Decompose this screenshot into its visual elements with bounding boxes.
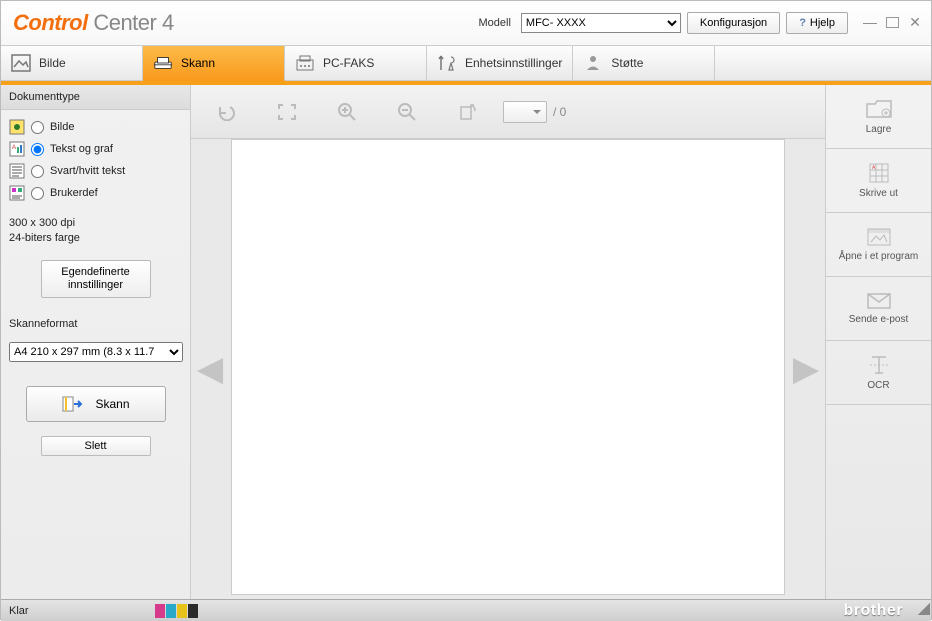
ocr-action[interactable]: OCR <box>826 341 931 405</box>
bw-text-icon <box>9 163 25 179</box>
maximize-button[interactable] <box>886 17 899 28</box>
tab-pcfax[interactable]: PC-FAKS <box>285 46 427 81</box>
logo-part2: Center <box>88 10 157 35</box>
status-bar: Klar brother ◢ <box>1 599 931 621</box>
titlebar-right: Modell MFC- XXXX Konfigurasjon ? Hjelp —… <box>479 12 924 34</box>
tab-scan[interactable]: Skann <box>143 46 285 81</box>
zoom-in-button[interactable] <box>319 92 375 132</box>
dpi-value: 300 x 300 dpi <box>9 216 182 231</box>
scan-button[interactable]: Skann <box>26 386 166 422</box>
preview-area: ◀ ▶ <box>191 139 825 599</box>
ocr-icon <box>868 354 890 376</box>
action-bar: Lagre A Skrive ut Åpne i et program Send… <box>825 85 931 599</box>
next-page-button[interactable]: ▶ <box>793 349 819 389</box>
titlebar: Control Center 4 Modell MFC- XXXX Konfig… <box>1 1 931 45</box>
preview-canvas <box>231 139 785 595</box>
logo-part3: 4 <box>156 10 173 35</box>
scan-format-select[interactable]: A4 210 x 297 mm (8.3 x 11.7 <box>9 342 183 362</box>
tabs-filler <box>715 46 931 81</box>
rotate-button[interactable] <box>439 92 495 132</box>
doc-type-group: Bilde A Tekst og graf Svart/hvitt tekst … <box>1 110 190 212</box>
userdef-icon <box>9 185 25 201</box>
envelope-icon <box>866 292 892 310</box>
save-action[interactable]: Lagre <box>826 85 931 149</box>
preview-toolbar: / 0 <box>191 85 825 139</box>
doc-type-bw-text[interactable]: Svart/hvitt tekst <box>9 160 182 182</box>
ink-yellow-icon <box>177 604 187 618</box>
doc-type-image[interactable]: Bilde <box>9 116 182 138</box>
close-button[interactable]: ✕ <box>907 15 923 31</box>
center-area: / 0 ◀ ▶ <box>191 85 825 599</box>
ink-levels[interactable] <box>155 604 198 618</box>
resize-grip[interactable]: ◢ <box>918 598 930 618</box>
tab-support[interactable]: Støtte <box>573 46 715 81</box>
prev-page-button[interactable]: ◀ <box>197 349 223 389</box>
help-icon: ? <box>799 17 806 29</box>
tab-image[interactable]: Bilde <box>1 46 143 81</box>
fax-icon <box>295 54 315 72</box>
page-dropdown[interactable] <box>503 101 547 123</box>
tools-icon <box>437 54 457 72</box>
undo-button[interactable] <box>199 92 255 132</box>
sidebar: Dokumenttype Bilde A Tekst og graf Svart… <box>1 85 191 599</box>
delete-button[interactable]: Slett <box>41 436 151 456</box>
window-buttons: — ✕ <box>862 15 923 31</box>
page-indicator: / 0 <box>503 101 566 123</box>
main-tabs: Bilde Skann PC-FAKS Enhetsinnstillinger … <box>1 45 931 81</box>
ink-magenta-icon <box>155 604 165 618</box>
config-button[interactable]: Konfigurasjon <box>687 12 780 34</box>
tab-device-settings[interactable]: Enhetsinnstillinger <box>427 46 573 81</box>
doc-type-header: Dokumenttype <box>1 85 190 110</box>
doc-type-text-graph[interactable]: A Tekst og graf <box>9 138 182 160</box>
status-text: Klar <box>1 605 151 617</box>
model-label: Modell <box>479 17 511 29</box>
model-select[interactable]: MFC- XXXX <box>521 13 681 33</box>
email-action[interactable]: Sende e-post <box>826 277 931 341</box>
folder-save-icon <box>865 98 893 120</box>
text-graph-icon: A <box>9 141 25 157</box>
main-area: Dokumenttype Bilde A Tekst og graf Svart… <box>1 85 931 599</box>
print-action[interactable]: A Skrive ut <box>826 149 931 213</box>
ink-black-icon <box>188 604 198 618</box>
svg-text:A: A <box>12 145 16 151</box>
zoom-out-button[interactable] <box>379 92 435 132</box>
photo-icon <box>9 119 25 135</box>
ink-cyan-icon <box>166 604 176 618</box>
scan-format-header: Skanneformat <box>1 308 190 336</box>
doc-type-userdef[interactable]: Brukerdef <box>9 182 182 204</box>
open-program-action[interactable]: Åpne i et program <box>826 213 931 277</box>
scan-settings-info: 300 x 300 dpi 24-biters farge <box>1 212 190 246</box>
minimize-button[interactable]: — <box>862 15 878 31</box>
open-app-icon <box>866 227 892 247</box>
fit-screen-button[interactable] <box>259 92 315 132</box>
scanner-icon <box>153 54 173 72</box>
scan-action-icon <box>61 394 83 414</box>
help-button[interactable]: ? Hjelp <box>786 12 848 34</box>
custom-settings-button[interactable]: Egendefinerte innstillinger <box>41 260 151 298</box>
scan-format-group: A4 210 x 297 mm (8.3 x 11.7 <box>1 336 190 368</box>
person-icon <box>583 54 603 72</box>
logo-part1: Control <box>13 10 88 35</box>
page-total: / 0 <box>553 105 566 119</box>
print-grid-icon: A <box>867 162 891 184</box>
picture-icon <box>11 54 31 72</box>
color-value: 24-biters farge <box>9 231 182 246</box>
app-logo: Control Center 4 <box>13 10 174 36</box>
